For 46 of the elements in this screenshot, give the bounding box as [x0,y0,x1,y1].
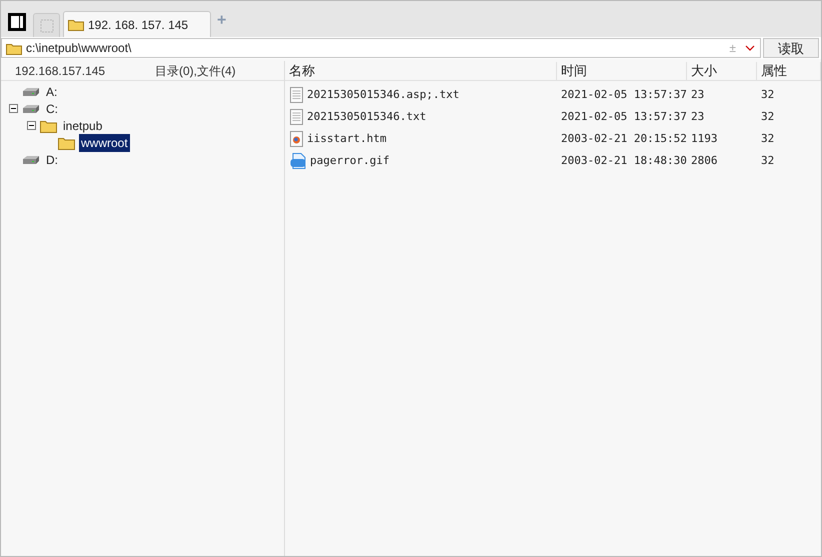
chevron-down-icon[interactable] [745,45,755,51]
folder-item[interactable]: wwwroot [79,134,130,152]
document-icon [290,87,303,103]
modified-time: 2021-02-05 13:57:37 [560,86,687,103]
column-header[interactable]: 属性 [757,62,821,80]
folder-icon [40,118,57,132]
drive-icon [22,104,40,114]
drive-item[interactable]: C: [44,100,60,118]
frame-icon [40,18,54,32]
document-icon [290,109,303,125]
file-size: 2806 [690,152,718,169]
file-size: 1193 [690,130,718,147]
file-name[interactable]: 20215305015346.asp;.txt [307,86,460,104]
drive-icon [22,154,40,164]
file-attribute: 32 [760,86,776,103]
folder-item[interactable]: inetpub [61,116,104,134]
modified-time: 2021-02-05 13:57:37 [560,108,687,125]
drive-icon [22,86,40,96]
web-page-icon [290,131,303,147]
folder-icon [6,42,22,54]
image-file-icon [290,153,306,169]
modified-time: 2003-02-21 20:15:52 [560,130,687,147]
file-name[interactable]: iisstart.htm [307,130,386,148]
drive-item[interactable]: D: [44,150,60,168]
file-name[interactable]: 20215305015346.txt [307,108,426,126]
tab[interactable]: 192. 168. 157. 145 [63,11,211,37]
folder-icon [58,136,75,150]
modified-time: 2003-02-21 18:48:30 [560,152,687,169]
collapse-icon[interactable] [9,104,18,113]
file-attribute: 32 [760,130,776,147]
folder-icon [68,18,84,31]
column-header[interactable]: 大小 [687,62,757,80]
path-field[interactable]: c:\inetpub\wwwroot\ ± [1,38,761,58]
collapse-icon[interactable] [27,121,36,130]
host-address: 192.168.157.145 [15,62,106,80]
file-size: 23 [690,108,706,125]
column-header[interactable]: 时间 [557,62,687,80]
item-count: 目录(0),文件(4) [155,62,236,80]
drive-item[interactable]: A: [44,82,60,100]
panel-toggle-icon[interactable] [7,12,27,32]
file-name[interactable]: pagerror.gif [310,152,390,170]
read-button[interactable]: 读取 [763,38,819,58]
file-attribute: 32 [760,152,776,169]
file-size: 23 [690,86,706,103]
column-header[interactable]: 名称 [285,62,557,80]
file-attribute: 32 [760,108,776,125]
